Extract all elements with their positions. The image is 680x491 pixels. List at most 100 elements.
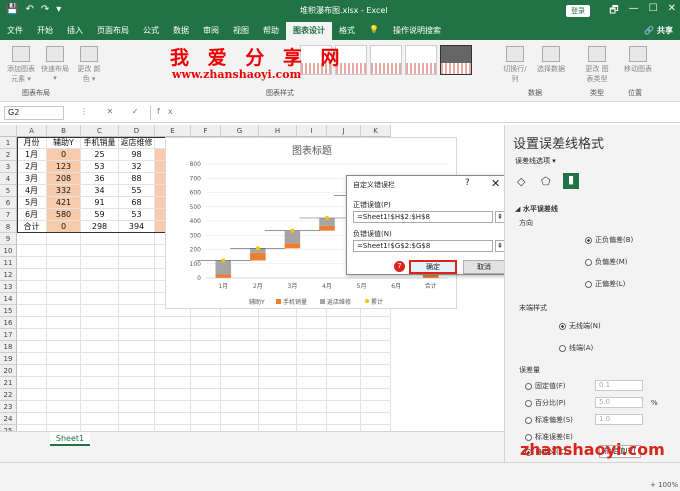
cell[interactable]: 1月 bbox=[17, 149, 47, 161]
cell[interactable] bbox=[119, 269, 155, 281]
cell[interactable]: 98 bbox=[119, 149, 155, 161]
cell[interactable]: 91 bbox=[81, 197, 119, 209]
cell[interactable] bbox=[17, 305, 47, 317]
cell[interactable]: 53 bbox=[81, 161, 119, 173]
cell[interactable]: 25 bbox=[81, 149, 119, 161]
cell[interactable] bbox=[47, 281, 81, 293]
cell[interactable] bbox=[259, 389, 297, 401]
cell[interactable] bbox=[361, 377, 391, 389]
select-all-corner[interactable] bbox=[0, 125, 17, 137]
tab-file[interactable]: 文件 bbox=[0, 22, 30, 40]
tab-insert[interactable]: 插入 bbox=[60, 22, 90, 40]
cell[interactable]: 返店维修 bbox=[119, 137, 155, 149]
cell[interactable] bbox=[47, 401, 81, 413]
cell[interactable] bbox=[17, 389, 47, 401]
error-bar-options-icon[interactable]: ▮ bbox=[563, 173, 579, 189]
cell[interactable] bbox=[81, 377, 119, 389]
cell[interactable] bbox=[17, 281, 47, 293]
cell[interactable] bbox=[119, 329, 155, 341]
maximize-button[interactable]: ☐ bbox=[649, 3, 658, 20]
cell[interactable] bbox=[81, 305, 119, 317]
cell[interactable] bbox=[81, 413, 119, 425]
cell[interactable]: 55 bbox=[119, 185, 155, 197]
login-button[interactable]: 登录 bbox=[566, 5, 590, 17]
move-chart-button[interactable]: 移动图表 bbox=[622, 46, 654, 74]
cell[interactable] bbox=[155, 389, 191, 401]
change-chart-type-button[interactable]: 更改 图表类型 bbox=[582, 46, 612, 84]
cell[interactable] bbox=[297, 389, 327, 401]
cell[interactable]: 0 bbox=[47, 221, 81, 233]
row-header[interactable]: 19 bbox=[0, 353, 17, 365]
minimize-button[interactable]: — bbox=[629, 3, 639, 20]
cell[interactable] bbox=[81, 317, 119, 329]
tab-home[interactable]: 开始 bbox=[30, 22, 60, 40]
cell[interactable] bbox=[47, 293, 81, 305]
cancel-button[interactable]: 取消 bbox=[463, 260, 505, 274]
cell[interactable] bbox=[259, 401, 297, 413]
row-header[interactable]: 5 bbox=[0, 185, 17, 197]
column-header[interactable]: K bbox=[361, 125, 391, 137]
cell[interactable] bbox=[155, 413, 191, 425]
row-header[interactable]: 21 bbox=[0, 377, 17, 389]
cell[interactable] bbox=[81, 365, 119, 377]
cell[interactable] bbox=[297, 365, 327, 377]
cell[interactable] bbox=[297, 353, 327, 365]
row-header[interactable]: 3 bbox=[0, 161, 17, 173]
cell[interactable] bbox=[119, 281, 155, 293]
cell[interactable]: 2月 bbox=[17, 161, 47, 173]
cell[interactable]: 6月 bbox=[17, 209, 47, 221]
cell[interactable] bbox=[17, 353, 47, 365]
row-header[interactable]: 11 bbox=[0, 257, 17, 269]
cell[interactable]: 0 bbox=[47, 149, 81, 161]
cell[interactable] bbox=[47, 389, 81, 401]
cell[interactable] bbox=[361, 341, 391, 353]
cell[interactable] bbox=[221, 389, 259, 401]
cell[interactable] bbox=[221, 413, 259, 425]
cell[interactable]: 32 bbox=[119, 161, 155, 173]
cell[interactable] bbox=[191, 389, 221, 401]
direction-minus-radio[interactable]: 负偏差(M) bbox=[585, 257, 628, 267]
end-cap-radio[interactable]: 线端(A) bbox=[559, 343, 593, 353]
cell[interactable] bbox=[17, 245, 47, 257]
save-icon[interactable]: 💾 bbox=[6, 4, 18, 15]
cell[interactable] bbox=[119, 353, 155, 365]
tab-page-layout[interactable]: 页面布局 bbox=[90, 22, 136, 40]
formula-input[interactable] bbox=[150, 106, 498, 120]
fixed-value-input[interactable]: 0.1 bbox=[595, 380, 643, 391]
ok-button[interactable]: 确定 bbox=[409, 260, 457, 274]
cell[interactable] bbox=[119, 341, 155, 353]
cell[interactable] bbox=[221, 317, 259, 329]
cell[interactable]: 298 bbox=[81, 221, 119, 233]
add-chart-element-button[interactable]: 添加图表 元素 ▾ bbox=[6, 46, 36, 84]
tell-me-search[interactable]: 操作说明搜索 bbox=[386, 22, 448, 40]
cell[interactable] bbox=[259, 317, 297, 329]
cell[interactable] bbox=[81, 233, 119, 245]
cell[interactable] bbox=[361, 389, 391, 401]
row-header[interactable]: 10 bbox=[0, 245, 17, 257]
row-header[interactable]: 15 bbox=[0, 305, 17, 317]
cell[interactable] bbox=[259, 341, 297, 353]
cell[interactable] bbox=[155, 341, 191, 353]
cell[interactable] bbox=[191, 401, 221, 413]
cell[interactable] bbox=[191, 341, 221, 353]
help-icon[interactable]: ? bbox=[465, 178, 470, 188]
cell[interactable] bbox=[47, 257, 81, 269]
cell[interactable] bbox=[119, 377, 155, 389]
cell[interactable] bbox=[221, 329, 259, 341]
cell[interactable] bbox=[119, 365, 155, 377]
tab-chart-design[interactable]: 图表设计 bbox=[286, 22, 332, 40]
column-header[interactable]: D bbox=[119, 125, 155, 137]
cell[interactable] bbox=[221, 341, 259, 353]
cell[interactable] bbox=[119, 233, 155, 245]
cell[interactable] bbox=[361, 401, 391, 413]
cell[interactable] bbox=[17, 293, 47, 305]
cell[interactable]: 88 bbox=[119, 173, 155, 185]
error-bar-options-dropdown[interactable]: 误差线选项 ▾ bbox=[515, 156, 556, 166]
cell[interactable] bbox=[81, 257, 119, 269]
cell[interactable] bbox=[297, 341, 327, 353]
std-deviation-radio[interactable]: 标准偏差(S) bbox=[525, 415, 573, 425]
cell[interactable] bbox=[361, 365, 391, 377]
cell[interactable] bbox=[17, 365, 47, 377]
cell[interactable] bbox=[47, 353, 81, 365]
customize-qat-icon[interactable]: ▾ bbox=[56, 4, 61, 15]
